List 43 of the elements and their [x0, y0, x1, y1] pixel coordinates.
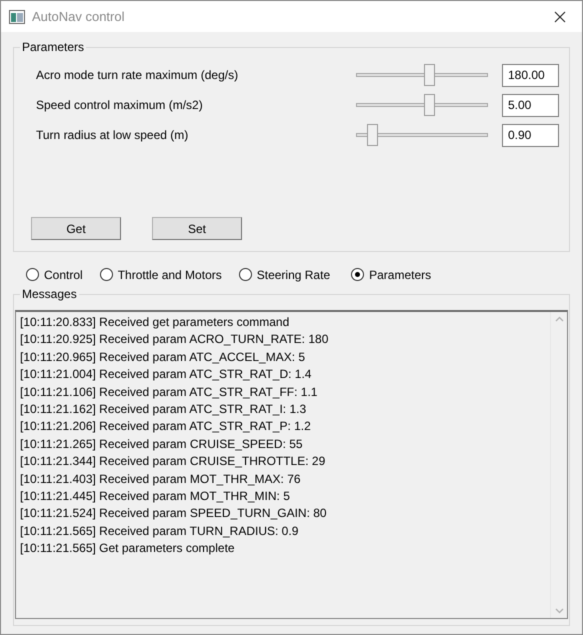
- action-button[interactable]: Get: [31, 217, 121, 240]
- log-line: [10:11:21.106] Received param ATC_STR_RAT_FF: 1.1: [20, 384, 318, 401]
- log-line: [10:11:21.565] Received param TURN_RADIUS: 0.9: [20, 522, 300, 540]
- log-line: [10:11:20.833] Received get parameters command: [20, 314, 290, 331]
- slider-thumb[interactable]: [424, 64, 435, 86]
- radio-label[interactable]: Steering Rate: [256, 266, 330, 284]
- value-field[interactable]: 5.00: [502, 94, 559, 116]
- radio-button[interactable]: [100, 268, 113, 281]
- radio-button[interactable]: [26, 268, 39, 281]
- log-line: [10:11:21.206] Received param ATC_STR_RAT_P: 1.2: [20, 418, 312, 436]
- log-line: [10:11:21.565] Get parameters complete: [20, 540, 236, 558]
- log-line: [10:11:20.965] Received param ATC_ACCEL_MAX: 5: [20, 348, 306, 366]
- slider-thumb[interactable]: [424, 94, 435, 116]
- radio-label[interactable]: Parameters: [369, 266, 432, 284]
- scroll-up-icon[interactable]: [554, 316, 564, 322]
- log-line: [10:11:20.925] Received param ACRO_TURN_RATE: 180: [20, 331, 330, 348]
- log-line: [10:11:21.403] Received param MOT_THR_MAX: 76: [20, 470, 302, 488]
- value-field[interactable]: 0.90: [502, 124, 559, 146]
- app-icon: [9, 10, 25, 24]
- value-field[interactable]: 180.00: [502, 64, 559, 86]
- slider[interactable]: [356, 124, 488, 146]
- log-line: [10:11:21.162] Received param ATC_STR_RAT_I: 1.3: [20, 401, 308, 418]
- log-line: [10:11:21.524] Received param SPEED_TURN_GAIN: 80: [20, 505, 328, 522]
- parameter-label: Speed control maximum (m/s2): [36, 97, 204, 114]
- parameter-label: Turn radius at low speed (m): [36, 127, 190, 144]
- radio-label[interactable]: Control: [44, 266, 83, 284]
- scroll-down-icon[interactable]: [554, 608, 564, 614]
- log-line: [10:11:21.004] Received param ATC_STR_RAT_D: 1.4: [20, 366, 312, 384]
- parameter-label: Acro mode turn rate maximum (deg/s): [36, 67, 240, 84]
- group-title: Messages: [20, 287, 79, 301]
- slider[interactable]: [356, 64, 488, 86]
- log-line: [10:11:21.265] Received param CRUISE_SPEED: 55: [20, 436, 304, 453]
- radio-button[interactable]: [351, 268, 364, 281]
- slider-thumb[interactable]: [366, 124, 378, 146]
- log-line: [10:11:21.445] Received param MOT_THR_MIN: 5: [20, 488, 291, 506]
- close-icon[interactable]: [554, 10, 566, 22]
- log-line: [10:11:21.344] Received param CRUISE_THROTTLE: 29: [20, 453, 326, 470]
- group-title: Parameters: [20, 40, 86, 54]
- radio-button[interactable]: [238, 268, 252, 281]
- slider[interactable]: [356, 94, 488, 116]
- action-button[interactable]: Set: [152, 217, 242, 240]
- radio-label[interactable]: Throttle and Motors: [118, 266, 222, 284]
- window-title: AutoNav control: [32, 8, 124, 26]
